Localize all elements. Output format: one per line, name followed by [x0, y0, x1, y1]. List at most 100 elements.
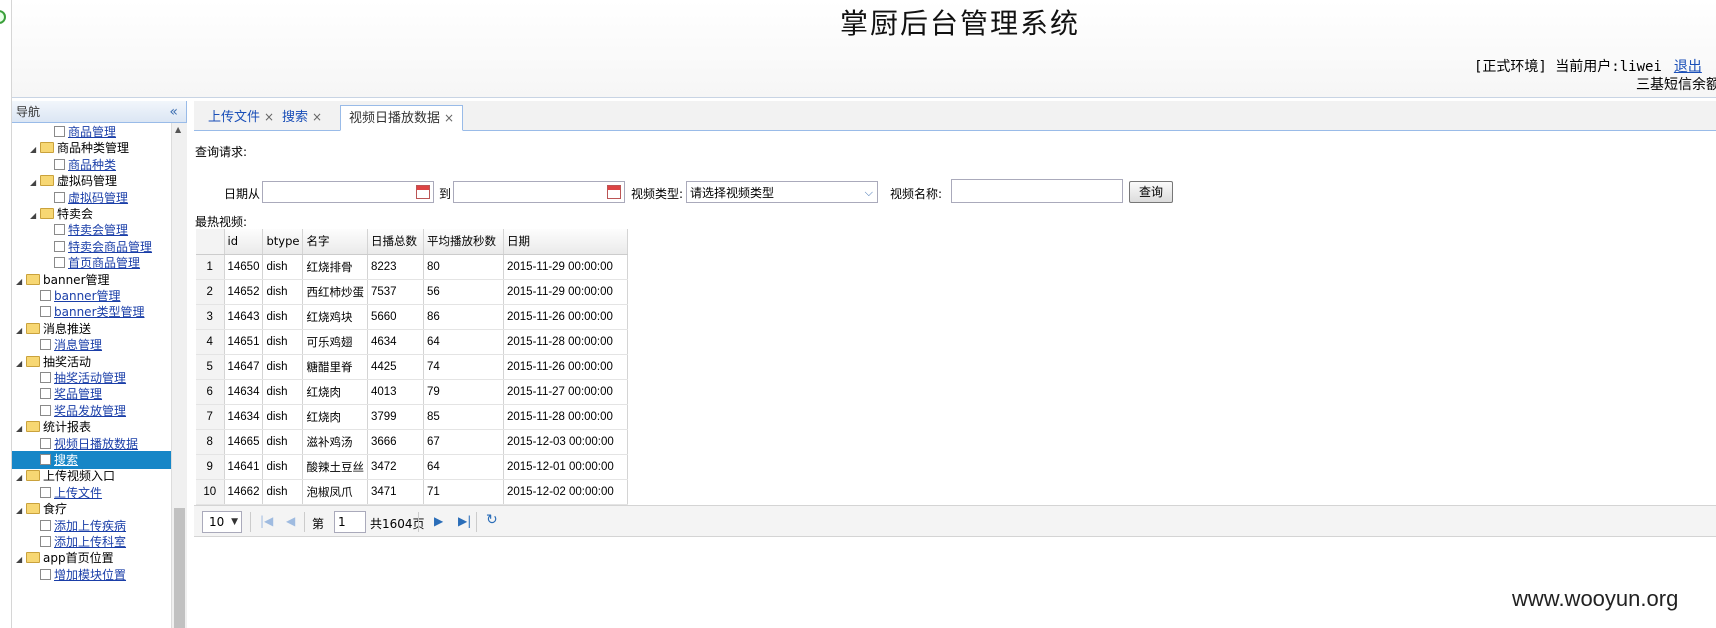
video-type-select[interactable]: 请选择视频类型 ⌵	[686, 181, 878, 203]
expand-toggle-icon[interactable]: ◢	[16, 322, 26, 340]
table-row[interactable]: 4 14651 dish 可乐鸡翅 4634 64 2015-11-28 00:00:00	[196, 329, 628, 355]
date-from-label: 日期从	[224, 187, 261, 201]
logout-link[interactable]: 退出	[1674, 59, 1702, 75]
first-page-icon[interactable]: |◀	[260, 514, 273, 528]
column-header[interactable]: btype	[262, 229, 304, 255]
tree-item-label[interactable]: banner类型管理	[54, 305, 145, 319]
table-row[interactable]: 1 14650 dish 红烧排骨 8223 80 2015-11-29 00:00:00	[196, 254, 628, 280]
tree-file-item[interactable]: 虚拟码管理	[44, 189, 128, 207]
expand-toggle-icon[interactable]: ◢	[16, 420, 26, 438]
last-page-icon[interactable]: ▶|	[458, 514, 471, 528]
tree-file-item[interactable]: 特卖会商品管理	[44, 238, 152, 256]
column-header[interactable]: id	[224, 229, 264, 255]
tree-item-label[interactable]: 添加上传疾病	[54, 519, 126, 533]
page-size-select[interactable]: 10 ▼	[202, 511, 242, 533]
tab-upload-file[interactable]: 上传文件 ×	[200, 105, 282, 131]
table-row[interactable]: 9 14641 dish 酸辣土豆丝 3472 64 2015-12-01 00:00:00	[196, 454, 628, 480]
tree-item-label[interactable]: 搜索	[54, 453, 78, 467]
tree-file-item[interactable]: banner管理	[30, 287, 121, 305]
tree-folder-item[interactable]: ◢ 特卖会	[30, 205, 93, 223]
close-icon[interactable]: ×	[264, 110, 274, 124]
tree-file-item[interactable]: 消息管理	[30, 336, 102, 354]
tree-item-label[interactable]: 增加模块位置	[54, 568, 126, 582]
scroll-thumb[interactable]	[174, 508, 185, 628]
tree-folder-item[interactable]: ◢ 虚拟码管理	[30, 172, 117, 190]
table-row[interactable]: 8 14665 dish 滋补鸡汤 3666 67 2015-12-03 00:00:00	[196, 429, 628, 455]
tree-item-label[interactable]: 商品管理	[68, 125, 116, 139]
expand-toggle-icon[interactable]: ◢	[16, 551, 26, 569]
collapse-icon[interactable]: «	[169, 101, 178, 123]
tree-item-label[interactable]: 虚拟码管理	[68, 191, 128, 205]
column-header[interactable]: 平均播放秒数	[423, 229, 504, 255]
expand-toggle-icon[interactable]: ◢	[30, 141, 40, 159]
sidebar-scrollbar[interactable]: ▲	[171, 123, 187, 628]
row-number-cell: 7	[196, 404, 225, 430]
tree-item-label[interactable]: 商品种类	[68, 158, 116, 172]
search-button[interactable]: 查询	[1129, 181, 1173, 203]
scroll-up-icon[interactable]: ▲	[175, 125, 181, 134]
tree-folder-item[interactable]: ◢ 消息推送	[16, 320, 91, 338]
expand-toggle-icon[interactable]: ◢	[16, 355, 26, 373]
tree-item-label[interactable]: 添加上传科室	[54, 535, 126, 549]
tree-file-item[interactable]: 奖品发放管理	[30, 402, 126, 420]
table-row[interactable]: 10 14662 dish 泡椒凤爪 3471 71 2015-12-02 00:00:00	[196, 479, 628, 505]
expand-toggle-icon[interactable]: ◢	[16, 502, 26, 520]
tree-item-label[interactable]: 特卖会管理	[68, 223, 128, 237]
tree-item-label[interactable]: 抽奖活动管理	[54, 371, 126, 385]
tree-file-item[interactable]: 抽奖活动管理	[30, 369, 126, 387]
table-row[interactable]: 7 14634 dish 红烧肉 3799 85 2015-11-28 00:00:00	[196, 404, 628, 430]
expand-toggle-icon[interactable]: ◢	[16, 469, 26, 487]
tree-folder-item[interactable]: ◢ 食疗	[16, 500, 67, 518]
table-row[interactable]: 6 14634 dish 红烧肉 4013 79 2015-11-27 00:00:00	[196, 379, 628, 405]
calendar-icon[interactable]	[416, 185, 430, 199]
tree-folder-item[interactable]: ◢ 抽奖活动	[16, 353, 91, 371]
tree-file-item[interactable]: banner类型管理	[30, 303, 145, 321]
date-from-input[interactable]	[262, 181, 434, 203]
tree-folder-item[interactable]: ◢ 统计报表	[16, 418, 91, 436]
tree-file-item[interactable]: 添加上传疾病	[30, 517, 126, 535]
tree-folder-item[interactable]: ◢ app首页位置	[16, 549, 114, 567]
refresh-icon[interactable]: ↻	[486, 512, 498, 528]
prev-page-icon[interactable]: ◀	[286, 514, 295, 528]
tree-folder-item[interactable]: ◢ 商品种类管理	[30, 139, 129, 157]
tree-folder-item[interactable]: ◢ banner管理	[16, 271, 110, 289]
next-page-icon[interactable]: ▶	[434, 514, 443, 528]
tree-file-item[interactable]: 奖品管理	[30, 385, 102, 403]
tab-search[interactable]: 搜索 ×	[274, 105, 330, 131]
tree-file-item[interactable]: 视频日播放数据	[30, 435, 138, 453]
tree-item-label[interactable]: 奖品发放管理	[54, 404, 126, 418]
tree-item-label[interactable]: 视频日播放数据	[54, 437, 138, 451]
tree-item-label[interactable]: 首页商品管理	[68, 256, 140, 270]
tab-video-daily-data[interactable]: 视频日播放数据 ×	[340, 105, 464, 131]
tree-file-item[interactable]: 商品管理	[44, 123, 116, 141]
row-number-cell: 6	[196, 379, 225, 405]
expand-toggle-icon[interactable]: ◢	[30, 207, 40, 225]
table-row[interactable]: 3 14643 dish 红烧鸡块 5660 86 2015-11-26 00:00:00	[196, 304, 628, 330]
video-name-input[interactable]	[951, 179, 1123, 203]
tree-file-item[interactable]: 上传文件	[30, 484, 102, 502]
tree-item-label[interactable]: banner管理	[54, 289, 121, 303]
close-icon[interactable]: ×	[444, 111, 454, 125]
page-number-input[interactable]: 1	[334, 511, 366, 533]
tree-item-label[interactable]: 消息管理	[54, 338, 102, 352]
tree-file-item[interactable]: 商品种类	[44, 156, 116, 174]
column-header[interactable]: 日播总数	[367, 229, 424, 255]
tree-file-item[interactable]: 添加上传科室	[30, 533, 126, 551]
tree-item-label[interactable]: 奖品管理	[54, 387, 102, 401]
tree-item-label[interactable]: 特卖会商品管理	[68, 240, 152, 254]
table-row[interactable]: 2 14652 dish 西红柿炒蛋 7537 56 2015-11-29 00:00:00	[196, 279, 628, 305]
expand-toggle-icon[interactable]: ◢	[16, 273, 26, 291]
column-header[interactable]: 名字	[302, 229, 368, 255]
tree-file-item[interactable]: 增加模块位置	[30, 566, 126, 584]
column-header[interactable]: 日期	[503, 229, 628, 255]
close-icon[interactable]: ×	[312, 110, 322, 124]
table-row[interactable]: 5 14647 dish 糖醋里脊 4425 74 2015-11-26 00:00:00	[196, 354, 628, 380]
tree-file-item[interactable]: 搜索	[12, 451, 172, 469]
calendar-icon[interactable]	[607, 185, 621, 199]
tree-item-label[interactable]: 上传文件	[54, 486, 102, 500]
tree-file-item[interactable]: 首页商品管理	[44, 254, 140, 272]
tree-folder-item[interactable]: ◢ 上传视频入口	[16, 467, 115, 485]
expand-toggle-icon[interactable]: ◢	[30, 174, 40, 192]
date-to-input[interactable]	[453, 181, 625, 203]
tree-file-item[interactable]: 特卖会管理	[44, 221, 128, 239]
